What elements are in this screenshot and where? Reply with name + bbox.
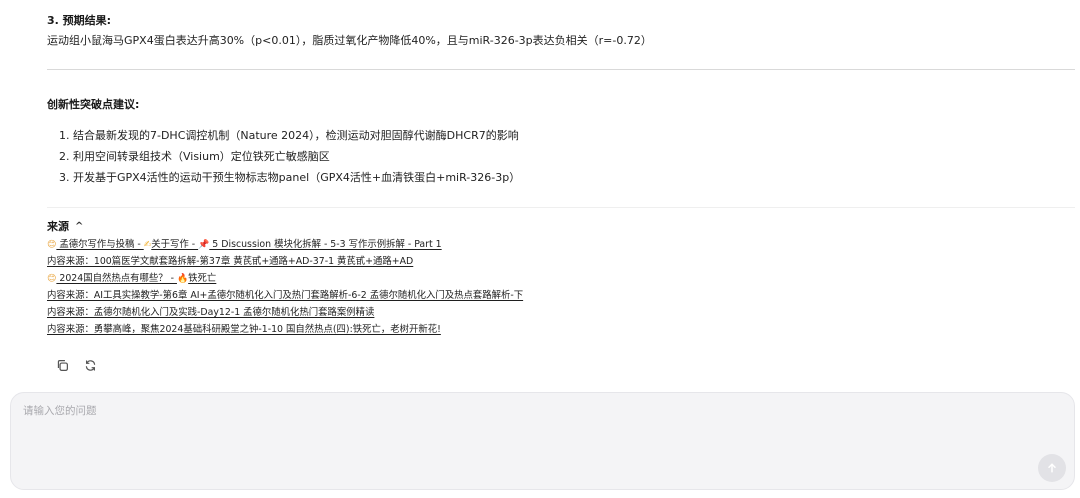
source-item: 内容来源：孟德尔随机化入门及实践-Day12-1 孟德尔随机化热门套路案例精读 — [47, 304, 523, 321]
source-link-text: 内容来源：孟德尔随机化入门及实践-Day12-1 孟德尔随机化热门套路案例精读 — [47, 307, 375, 318]
source-item: 内容来源：100篇医学文献套路拆解-第37章 黄芪甙+通路+AD-37-1 黄芪… — [47, 253, 523, 270]
face-emoji-icon: 😊 — [47, 240, 57, 250]
sources-header[interactable]: 来源 ^ — [47, 218, 83, 234]
source-link-text: 孟德尔写作与投稿 - — [56, 239, 144, 250]
source-link-text: 铁死亡 — [188, 273, 217, 284]
list-item: 3. 开发基于GPX4活性的运动干预生物标志物panel（GPX4活性+血清铁蛋… — [59, 171, 521, 184]
pushpin-icon: 📌 — [198, 240, 210, 250]
message-actions — [55, 358, 97, 372]
source-link[interactable]: 内容来源：勇攀高峰，聚焦2024基础科研殿堂之钟-1-10 国自然热点(四):铁… — [47, 324, 441, 335]
source-item: 😊 2024国自然热点有哪些？ - 🔥铁死亡 — [47, 270, 523, 287]
expected-result-title: 3. 预期结果: — [47, 14, 112, 27]
arrow-up-icon — [1048, 463, 1056, 473]
chat-input-box — [10, 392, 1075, 490]
sources-list: 😊 孟德尔写作与投稿 - ✍关于写作 - 📌 5 Discussion 模块化拆… — [47, 236, 523, 338]
list-item: 2. 利用空间转录组技术（Visium）定位铁死亡敏感脑区 — [59, 150, 330, 163]
regenerate-button[interactable] — [83, 358, 97, 372]
copy-icon — [57, 359, 68, 371]
sources-divider — [47, 207, 1075, 208]
sources-title: 来源 — [47, 220, 69, 233]
source-link[interactable]: 😊 2024国自然热点有哪些？ - 🔥铁死亡 — [47, 273, 216, 284]
source-link-text: 内容来源：勇攀高峰，聚焦2024基础科研殿堂之钟-1-10 国自然热点(四):铁… — [47, 324, 441, 335]
source-link-text: 内容来源：AI工具实操教学-第6章 AI+孟德尔随机化入门及热门套路解析-6-2… — [47, 290, 524, 301]
section-divider — [47, 69, 1075, 70]
face-emoji-icon: 😊 — [47, 274, 57, 284]
innovation-list: 1. 结合最新发现的7-DHC调控机制（Nature 2024），检测运动对胆固… — [59, 125, 520, 188]
source-item: 😊 孟德尔写作与投稿 - ✍关于写作 - 📌 5 Discussion 模块化拆… — [47, 236, 523, 253]
source-link-text: 2024国自然热点有哪些？ - — [56, 273, 177, 284]
fire-icon: 🔥 — [176, 274, 189, 284]
source-link-text: 关于写作 - — [151, 239, 199, 250]
source-link[interactable]: 内容来源：孟德尔随机化入门及实践-Day12-1 孟德尔随机化热门套路案例精读 — [47, 307, 374, 318]
source-link[interactable]: 内容来源：100篇医学文献套路拆解-第37章 黄芪甙+通路+AD-37-1 黄芪… — [47, 256, 413, 267]
copy-button[interactable] — [55, 358, 69, 372]
source-link[interactable]: 内容来源：AI工具实操教学-第6章 AI+孟德尔随机化入门及热门套路解析-6-2… — [47, 290, 523, 301]
chevron-up-icon[interactable]: ^ — [75, 221, 83, 232]
send-button[interactable] — [1038, 454, 1066, 482]
source-link-text: 内容来源：100篇医学文献套路拆解-第37章 黄芪甙+通路+AD-37-1 黄芪… — [47, 256, 414, 267]
question-input[interactable] — [23, 403, 1023, 443]
source-link[interactable]: 😊 孟德尔写作与投稿 - ✍关于写作 - 📌 5 Discussion 模块化拆… — [47, 239, 442, 250]
source-item: 内容来源：AI工具实操教学-第6章 AI+孟德尔随机化入门及热门套路解析-6-2… — [47, 287, 523, 304]
expected-result-text: 运动组小鼠海马GPX4蛋白表达升高30%（p<0.01），脂质过氧化产物降低40… — [47, 34, 652, 47]
chat-page: 3. 预期结果: 运动组小鼠海马GPX4蛋白表达升高30%（p<0.01），脂质… — [0, 0, 1080, 498]
source-item: 内容来源：勇攀高峰，聚焦2024基础科研殿堂之钟-1-10 国自然热点(四):铁… — [47, 321, 523, 338]
refresh-icon — [85, 359, 95, 371]
source-link-text: 5 Discussion 模块化拆解 - 5-3 写作示例拆解 - Part 1 — [209, 239, 442, 250]
list-item: 1. 结合最新发现的7-DHC调控机制（Nature 2024），检测运动对胆固… — [59, 129, 519, 142]
innovation-title: 创新性突破点建议: — [47, 98, 140, 111]
